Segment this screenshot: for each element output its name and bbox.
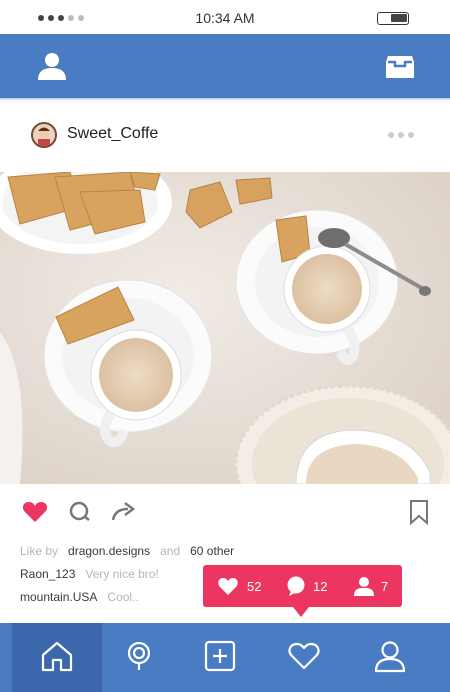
bottom-navigation [0,623,450,692]
post-actions [0,494,450,530]
avatar[interactable] [31,122,57,148]
likes-count: 52 [247,579,262,594]
like-heart-icon[interactable] [21,498,49,526]
nav-add[interactable] [175,623,265,692]
nav-search[interactable] [94,623,184,692]
comment-text: Cool.. [107,590,139,604]
search-icon [127,641,151,670]
heart-icon [218,578,238,595]
profile-icon [374,641,406,673]
profile-icon[interactable] [36,50,68,82]
battery-icon [377,12,409,25]
nav-activity[interactable] [259,623,349,692]
post-photo[interactable] [0,172,450,484]
comments-count: 12 [313,579,328,594]
likes-prefix: Like by [20,544,59,558]
comment-icon[interactable] [66,498,94,526]
nav-profile[interactable] [345,623,435,692]
likes-line: Like by dragon.designs and 60 other [20,544,234,558]
activity-notification[interactable]: 52 12 7 [203,565,402,617]
top-app-bar [0,34,450,98]
inbox-icon[interactable] [384,50,416,82]
follower-icon [354,577,374,596]
comment-user[interactable]: Raon_123 [20,567,75,581]
top-bar-shadow [0,98,450,101]
heart-icon [288,642,320,670]
likes-user[interactable]: dragon.designs [68,544,150,558]
comment-bubble-icon [287,576,305,596]
more-dots-icon[interactable] [388,132,414,138]
comment-item: Raon_123 Very nice bro! [20,567,159,581]
likes-and: and [160,544,181,558]
home-icon [41,641,73,672]
share-icon[interactable] [110,498,138,526]
add-icon [204,640,236,672]
nav-home[interactable] [12,623,102,692]
comment-item: mountain.USA Cool.. [20,590,139,604]
post-header: Sweet_Coffe [0,112,450,158]
post-username[interactable]: Sweet_Coffe [67,125,158,143]
comment-text: Very nice bro! [85,567,159,581]
comment-user[interactable]: mountain.USA [20,590,97,604]
bookmark-icon[interactable] [405,498,433,526]
status-bar: 10:34 AM [0,0,450,34]
likes-others[interactable]: 60 other [190,544,234,558]
followers-count: 7 [381,579,389,594]
